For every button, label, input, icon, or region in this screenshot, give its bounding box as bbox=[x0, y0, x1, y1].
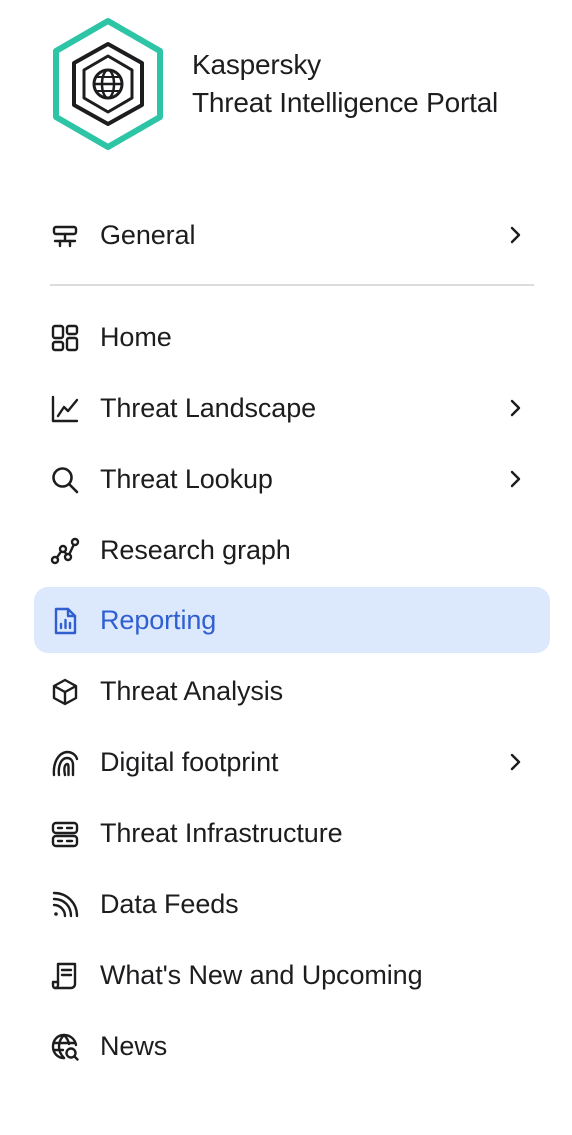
nav-label-data-feeds: Data Feeds bbox=[100, 889, 239, 919]
nav-item-reporting[interactable]: Reporting bbox=[34, 587, 550, 653]
nav-label-whats-new: What's New and Upcoming bbox=[100, 960, 423, 990]
search-icon bbox=[50, 465, 80, 495]
nav-label-research-graph: Research graph bbox=[100, 535, 291, 565]
nav-item-digital-footprint[interactable]: Digital footprint bbox=[34, 729, 550, 795]
nav-label-home: Home bbox=[100, 322, 172, 352]
chevron-right-icon bbox=[504, 397, 526, 419]
chevron-right-icon bbox=[504, 224, 526, 246]
line-chart-icon bbox=[50, 394, 80, 424]
nav-label-threat-landscape: Threat Landscape bbox=[100, 393, 317, 423]
report-document-icon bbox=[50, 606, 80, 636]
nav-label-news: News bbox=[100, 1031, 168, 1061]
graph-nodes-icon bbox=[50, 536, 80, 566]
sidebar-navigation: Kaspersky Threat Intelligence Portal Gen… bbox=[0, 0, 572, 1135]
nav-item-home[interactable]: Home bbox=[34, 304, 550, 370]
nav-label-threat-lookup: Threat Lookup bbox=[100, 464, 273, 494]
brand-name-line1: Kaspersky bbox=[192, 49, 321, 80]
divider bbox=[50, 284, 534, 286]
nav-item-threat-analysis[interactable]: Threat Analysis bbox=[34, 658, 550, 724]
scroll-document-icon bbox=[50, 961, 80, 991]
brand-title: Kaspersky Threat Intelligence Portal bbox=[192, 46, 498, 122]
cube-icon bbox=[50, 677, 80, 707]
server-stack-icon bbox=[50, 819, 80, 849]
brand-header[interactable]: Kaspersky Threat Intelligence Portal bbox=[46, 16, 498, 152]
nav-item-threat-infrastructure[interactable]: Threat Infrastructure bbox=[34, 800, 550, 866]
globe-in-hexagon-icon bbox=[53, 18, 163, 150]
nav-item-threat-lookup[interactable]: Threat Lookup bbox=[34, 446, 550, 512]
fingerprint-icon bbox=[50, 748, 80, 778]
network-settings-icon bbox=[50, 221, 80, 251]
nav-item-data-feeds[interactable]: Data Feeds bbox=[34, 871, 550, 937]
globe-search-icon bbox=[50, 1032, 80, 1062]
nav-item-general[interactable]: General bbox=[34, 202, 550, 268]
dashboard-grid-icon bbox=[50, 323, 80, 353]
nav-label-threat-infrastructure: Threat Infrastructure bbox=[100, 818, 343, 848]
nav-label-digital-footprint: Digital footprint bbox=[100, 747, 279, 777]
nav-label-reporting: Reporting bbox=[100, 605, 217, 635]
chevron-right-icon bbox=[504, 751, 526, 773]
nav-item-whats-new[interactable]: What's New and Upcoming bbox=[34, 942, 550, 1008]
brand-name-line2: Threat Intelligence Portal bbox=[192, 87, 499, 118]
nav-label-threat-analysis: Threat Analysis bbox=[100, 676, 284, 706]
nav-label-general: General bbox=[100, 220, 196, 250]
nav-item-threat-landscape[interactable]: Threat Landscape bbox=[34, 375, 550, 441]
chevron-right-icon bbox=[504, 468, 526, 490]
nav-item-research-graph[interactable]: Research graph bbox=[34, 517, 550, 583]
nav-item-news[interactable]: News bbox=[34, 1013, 550, 1079]
rss-feed-icon bbox=[50, 890, 80, 920]
